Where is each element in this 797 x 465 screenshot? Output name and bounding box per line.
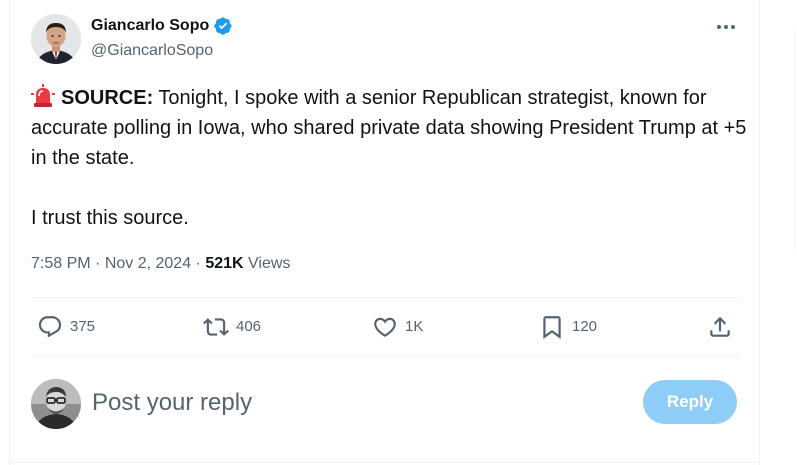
tweet-paragraph-2: I trust this source. xyxy=(31,207,189,229)
repost-count: 406 xyxy=(236,318,262,335)
share-icon xyxy=(710,316,730,337)
views-label: Views xyxy=(243,255,291,272)
column-border-bottom xyxy=(9,462,760,463)
current-user-avatar[interactable] xyxy=(31,379,81,429)
reply-submit-button[interactable]: Reply xyxy=(643,380,737,424)
bookmark-icon xyxy=(543,316,561,339)
meta-separator: · xyxy=(90,255,105,272)
divider xyxy=(31,356,740,357)
heart-icon xyxy=(374,317,396,337)
tweet-time[interactable]: 7:58 PM xyxy=(31,255,91,272)
views-count: 521K xyxy=(205,255,244,272)
verified-badge-icon xyxy=(213,16,233,36)
meta-separator: · xyxy=(191,255,206,272)
tweet-meta: 7:58 PM · Nov 2, 2024 · 521K Views xyxy=(31,253,290,275)
tweet-detail-page: Giancarlo Sopo @GiancarloSopo SOURCE: To… xyxy=(0,0,797,465)
column-border-left xyxy=(9,0,10,465)
current-user-avatar-image xyxy=(31,379,81,429)
author-display-name[interactable]: Giancarlo Sopo xyxy=(91,16,209,36)
more-dots-icon xyxy=(717,25,735,29)
rotating-light-icon xyxy=(31,84,55,108)
bookmark-action-button[interactable]: 120 xyxy=(539,314,597,340)
repost-action-button[interactable]: 406 xyxy=(203,314,261,340)
tweet-date[interactable]: Nov 2, 2024 xyxy=(105,255,191,272)
author-avatar-image xyxy=(31,14,81,64)
like-count: 1K xyxy=(405,318,424,335)
more-options-button[interactable] xyxy=(712,14,740,40)
share-action-button[interactable] xyxy=(707,314,733,340)
divider xyxy=(31,297,740,298)
repost-icon xyxy=(203,318,229,336)
author-handle[interactable]: @GiancarloSopo xyxy=(91,41,213,61)
like-action-button[interactable]: 1K xyxy=(372,314,423,340)
author-name-row[interactable]: Giancarlo Sopo xyxy=(91,16,233,36)
sidebar-border xyxy=(794,30,795,250)
tweet-text: SOURCE: Tonight, I spoke with a senior R… xyxy=(31,83,751,233)
tweet-paragraph-1: SOURCE: Tonight, I spoke with a senior R… xyxy=(31,83,751,173)
reply-input[interactable] xyxy=(92,386,612,420)
reply-icon xyxy=(38,316,62,338)
tweet-lead-bold: SOURCE: xyxy=(61,87,154,109)
bookmark-count: 120 xyxy=(572,318,598,335)
reply-action-button[interactable]: 375 xyxy=(37,314,95,340)
author-avatar[interactable] xyxy=(31,14,81,64)
reply-count: 375 xyxy=(70,318,96,335)
column-border-right xyxy=(759,0,760,465)
